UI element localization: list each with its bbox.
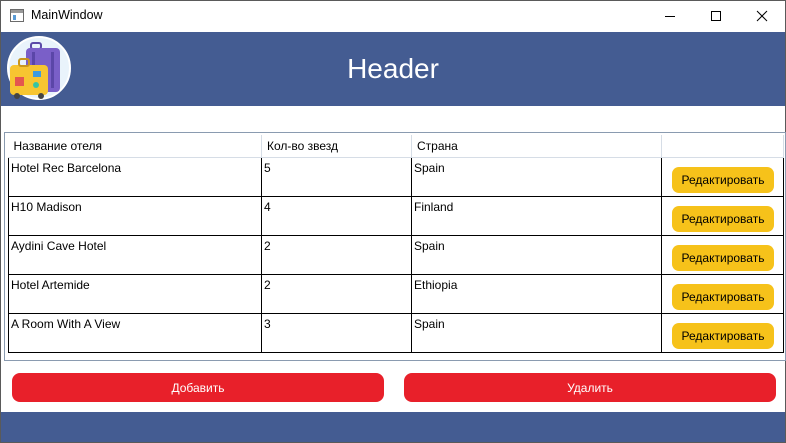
cell-stars: 3: [261, 312, 412, 353]
edit-button[interactable]: Редактировать: [672, 205, 774, 232]
cell-actions: Редактировать: [661, 195, 784, 236]
window-title: MainWindow: [31, 8, 103, 22]
delete-button[interactable]: Удалить: [404, 373, 776, 402]
column-header-hotel-name[interactable]: Название отеля: [8, 135, 262, 158]
app-window-icon: [10, 9, 24, 22]
title-bar[interactable]: MainWindow: [1, 1, 785, 31]
table-row[interactable]: Aydini Cave Hotel 2 Spain Редактировать: [8, 234, 784, 275]
column-header-actions[interactable]: [661, 135, 784, 158]
close-button[interactable]: [739, 1, 785, 31]
table-row[interactable]: Hotel Rec Barcelona 5 Spain Редактироват…: [8, 156, 784, 197]
maximize-icon: [711, 11, 721, 21]
cell-hotel-name: Hotel Artemide: [8, 273, 262, 314]
cell-hotel-name: H10 Madison: [8, 195, 262, 236]
minimize-icon: [665, 16, 675, 17]
hotels-table[interactable]: Название отеля Кол-во звезд Страна Hotel…: [4, 132, 786, 361]
close-icon: [756, 10, 768, 22]
cell-country: Finland: [411, 195, 662, 236]
maximize-button[interactable]: [693, 1, 739, 31]
cell-country: Spain: [411, 234, 662, 275]
footer-bar: [1, 412, 785, 442]
cell-stars: 2: [261, 234, 412, 275]
table-header-row: Название отеля Кол-во звезд Страна: [8, 135, 784, 158]
cell-hotel-name: Aydini Cave Hotel: [8, 234, 262, 275]
cell-hotel-name: Hotel Rec Barcelona: [8, 156, 262, 197]
table-row[interactable]: H10 Madison 4 Finland Редактировать: [8, 195, 784, 236]
main-window: MainWindow Header Название отеля Кол-во …: [0, 0, 786, 443]
column-header-stars[interactable]: Кол-во звезд: [261, 135, 412, 158]
cell-actions: Редактировать: [661, 234, 784, 275]
cell-country: Spain: [411, 312, 662, 353]
page-title: Header: [347, 53, 439, 84]
edit-button[interactable]: Редактировать: [672, 322, 774, 349]
cell-actions: Редактировать: [661, 156, 784, 197]
cell-country: Spain: [411, 156, 662, 197]
cell-stars: 5: [261, 156, 412, 197]
cell-hotel-name: A Room With A View: [8, 312, 262, 353]
edit-button[interactable]: Редактировать: [672, 283, 774, 310]
minimize-button[interactable]: [647, 1, 693, 31]
header-bar: Header: [1, 32, 785, 106]
edit-button[interactable]: Редактировать: [672, 244, 774, 271]
table-row[interactable]: A Room With A View 3 Spain Редактировать: [8, 312, 784, 353]
cell-stars: 2: [261, 273, 412, 314]
column-header-country[interactable]: Страна: [411, 135, 662, 158]
cell-actions: Редактировать: [661, 273, 784, 314]
edit-button[interactable]: Редактировать: [672, 166, 774, 193]
cell-country: Ethiopia: [411, 273, 662, 314]
cell-actions: Редактировать: [661, 312, 784, 353]
add-button[interactable]: Добавить: [12, 373, 384, 402]
table-row[interactable]: Hotel Artemide 2 Ethiopia Редактировать: [8, 273, 784, 314]
cell-stars: 4: [261, 195, 412, 236]
